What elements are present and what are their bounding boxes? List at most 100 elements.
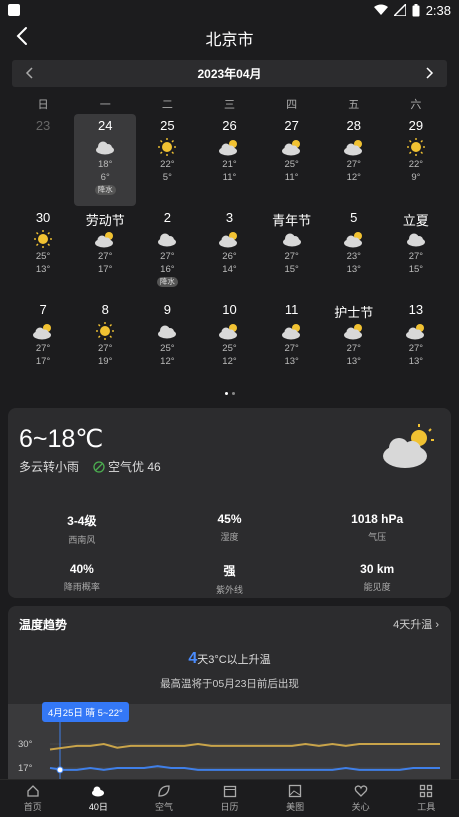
- home-icon: [27, 785, 39, 797]
- partly-cloudy-icon: [219, 232, 238, 248]
- tab-5[interactable]: 关心: [328, 780, 394, 817]
- trend-link-label: 4天升温: [393, 619, 433, 631]
- wifi-icon: [373, 4, 388, 15]
- weather-stats: 3-4级 西南风 45% 湿度 1018 hPa 气压 40% 降雨概率 强紫外线 30 km 能见…: [8, 512, 451, 596]
- calendar-day[interactable]: 10 25° 12°: [198, 298, 260, 390]
- weekday-label: 二: [161, 99, 173, 111]
- calendar-day[interactable]: 立夏 27° 15°: [385, 206, 447, 298]
- stat-value: 45%: [217, 512, 242, 526]
- cloud-icon: [92, 786, 105, 797]
- pager-dot: [224, 392, 228, 395]
- day-number: 24: [97, 118, 113, 133]
- condition-row: 多云转小雨 空气优 46: [19, 458, 161, 475]
- partly-cloudy-icon: [33, 324, 52, 340]
- stat-value: 1018 hPa: [351, 512, 404, 526]
- temperature-range: 6~18℃: [19, 425, 104, 453]
- calendar-day[interactable]: 29 22° 9°: [385, 114, 447, 206]
- tab-1[interactable]: 40日: [66, 780, 132, 817]
- y-tick-label: 17°: [18, 763, 33, 774]
- trend-subtitle: 最高温将于05月23日前后出现: [160, 678, 299, 690]
- cloudy-icon: [158, 325, 177, 339]
- day-high-temp: 27°: [408, 251, 424, 262]
- calendar-day[interactable]: 劳动节 27° 17°: [74, 206, 136, 298]
- weekday-label: 五: [348, 99, 360, 111]
- partly-cloudy-icon: [95, 232, 114, 248]
- day-number: 27: [284, 118, 299, 133]
- calendar-day[interactable]: 青年节 27° 15°: [261, 206, 323, 298]
- trend-title: 温度趋势: [19, 618, 68, 632]
- today-weather-card[interactable]: 6~18℃ 多云转小雨 空气优 46 3-4级 西南风 45% 湿度 1018 hPa 气…: [8, 408, 451, 598]
- calendar-day[interactable]: 13 27° 13°: [385, 298, 447, 390]
- leaf-icon: [93, 460, 105, 473]
- weather-stat: 强紫外线: [156, 562, 304, 596]
- y-tick-label: 30°: [18, 739, 33, 750]
- stat-value: 3-4级: [67, 514, 97, 528]
- stat-value: 强: [223, 564, 236, 578]
- calendar-day[interactable]: 11 27° 13°: [261, 298, 323, 390]
- tab-label: 空气: [154, 802, 173, 812]
- weekday-label: 六: [410, 99, 422, 111]
- calendar-day[interactable]: 护士节 27° 13°: [323, 298, 385, 390]
- aqi-badge[interactable]: 空气优 46: [93, 458, 161, 475]
- day-number: 10: [222, 302, 237, 317]
- day-number: 9: [163, 302, 171, 317]
- grid-icon: [420, 784, 433, 798]
- trend-headline: 4天3°C以上升温: [8, 650, 451, 668]
- calendar-week: 30 25° 13° 劳动节 27° 17° 2 27° 16° 降水 3 26° 14° 青年节 27° 1…: [12, 206, 447, 298]
- tab-0[interactable]: 首页: [0, 780, 66, 817]
- partly-cloudy-icon: [281, 140, 300, 156]
- day-number: 29: [408, 118, 424, 133]
- calendar-day[interactable]: 23: [12, 114, 74, 206]
- trend-link[interactable]: 4天升温 ›: [393, 616, 439, 632]
- day-high-temp: 27°: [284, 343, 299, 354]
- calendar-day[interactable]: 24 18° 6° 降水: [74, 114, 137, 206]
- page-title: 北京市: [205, 32, 254, 49]
- day-high-temp: 25°: [160, 343, 175, 354]
- day-number: 3: [225, 210, 234, 225]
- day-low-temp: 13°: [408, 356, 424, 367]
- partly-cloudy-icon: [383, 424, 434, 468]
- tab-4[interactable]: 美图: [262, 780, 328, 817]
- day-low-temp: 17°: [35, 356, 51, 367]
- weekday-label: 日: [37, 99, 49, 111]
- day-high-temp: 23°: [346, 251, 361, 262]
- calendar-day[interactable]: 9 25° 12°: [136, 298, 198, 390]
- day-number: 23: [35, 118, 51, 133]
- weather-stat: 30 km 能见度: [303, 562, 451, 596]
- tab-2[interactable]: 空气: [131, 780, 197, 817]
- calendar-day[interactable]: 7 27° 17°: [12, 298, 74, 390]
- signal-icon: [393, 4, 406, 16]
- day-low-temp: 11°: [284, 172, 299, 183]
- tab-6[interactable]: 工具: [393, 780, 459, 817]
- calendar-icon: [223, 785, 236, 798]
- day-high-temp: 27°: [35, 343, 51, 354]
- day-high-temp: 21°: [222, 159, 237, 170]
- calendar-day[interactable]: 28 27° 12°: [323, 114, 385, 206]
- calendar-day[interactable]: 8 27° 19°: [74, 298, 136, 390]
- calendar-day[interactable]: 5 23° 13°: [323, 206, 385, 298]
- calendar-day[interactable]: 27 25° 11°: [261, 114, 323, 206]
- chart-tooltip: 4月25日 晴 5~22°: [42, 702, 129, 722]
- calendar-day[interactable]: 2 27° 16° 降水: [136, 206, 198, 298]
- calendar-day[interactable]: 25 22° 5°: [136, 114, 198, 206]
- prev-month-icon[interactable]: [22, 65, 38, 81]
- next-month-icon[interactable]: [421, 65, 437, 81]
- calendar-day[interactable]: 30 25° 13°: [12, 206, 74, 298]
- day-low-temp: 13°: [284, 356, 299, 367]
- stat-value: 30 km: [360, 562, 395, 576]
- calendar-day[interactable]: 3 26° 14°: [198, 206, 260, 298]
- day-low-temp: 16°: [160, 264, 175, 275]
- day-high-temp: 25°: [222, 343, 237, 354]
- weather-stat: 3-4级 西南风: [8, 512, 156, 546]
- stat-label: 紫外线: [215, 585, 243, 595]
- trend-days: 4: [188, 650, 198, 667]
- day-high-temp: 27°: [98, 343, 113, 354]
- tab-3[interactable]: 日历: [197, 780, 263, 817]
- sunny-icon: [158, 138, 177, 156]
- stat-label: 湿度: [220, 532, 239, 542]
- calendar-day[interactable]: 26 21° 11°: [198, 114, 260, 206]
- leaf-icon: [158, 785, 170, 797]
- cloudy-icon: [406, 233, 425, 247]
- temperature-trend-card: 温度趋势 4天升温 › 4天3°C以上升温 最高温将于05月23日前后出现 30…: [8, 606, 451, 786]
- weather-stat: 45% 湿度: [156, 512, 304, 546]
